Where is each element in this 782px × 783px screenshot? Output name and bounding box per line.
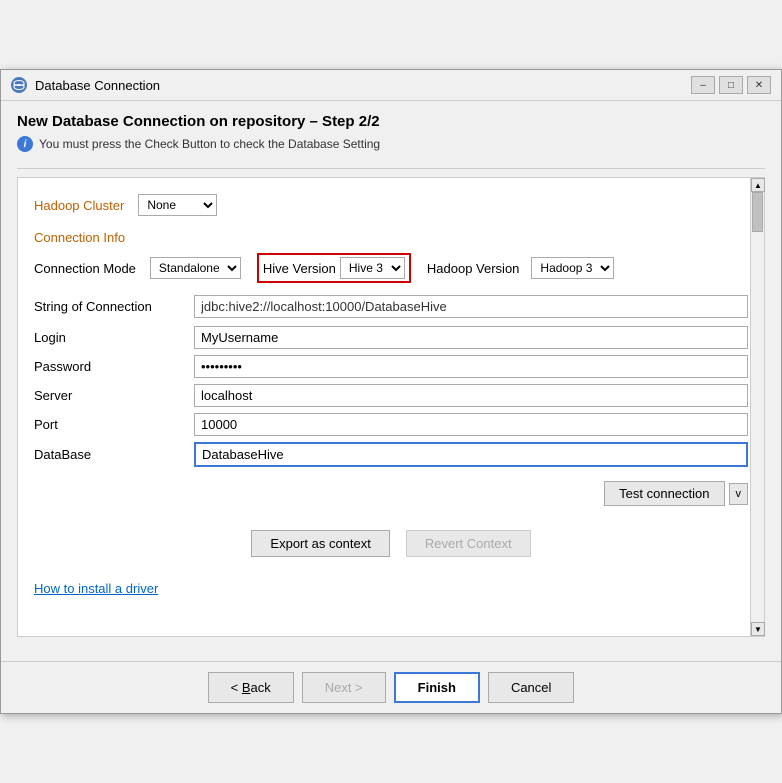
page-title: New Database Connection on repository – … [17, 113, 765, 130]
login-input[interactable] [194, 326, 748, 349]
password-input-wrapper [194, 355, 748, 378]
revert-context-button[interactable]: Revert Context [406, 530, 531, 557]
app-icon [11, 77, 27, 93]
server-row: Server [34, 384, 748, 407]
server-input-wrapper [194, 384, 748, 407]
port-input-wrapper [194, 413, 748, 436]
scrollable-panel: Hadoop Cluster None Cluster 1 Cluster 2 … [17, 177, 765, 637]
port-row: Port [34, 413, 748, 436]
hive-version-select[interactable]: Hive 1 Hive 2 Hive 3 [340, 257, 405, 279]
maximize-button[interactable]: □ [719, 76, 743, 94]
back-label: < Back [231, 680, 271, 695]
string-connection-input[interactable] [194, 295, 748, 318]
main-window: Database Connection – □ ✕ New Database C… [0, 69, 782, 714]
scrollbar-track[interactable] [751, 192, 764, 622]
login-row: Login [34, 326, 748, 349]
scrollbar-up-arrow[interactable]: ▲ [751, 178, 765, 192]
hive-version-box: Hive Version Hive 1 Hive 2 Hive 3 [257, 253, 411, 283]
database-label: DataBase [34, 447, 194, 462]
connection-mode-select[interactable]: Standalone Cluster [150, 257, 241, 279]
titlebar-left: Database Connection [11, 77, 160, 93]
hadoop-cluster-select[interactable]: None Cluster 1 Cluster 2 [138, 194, 217, 216]
hadoop-cluster-label: Hadoop Cluster [34, 198, 124, 213]
test-connection-row: Test connection v [34, 481, 748, 506]
hadoop-version-label: Hadoop Version [427, 261, 520, 276]
finish-button[interactable]: Finish [394, 672, 480, 703]
port-label: Port [34, 417, 194, 432]
test-connection-button[interactable]: Test connection [604, 481, 724, 506]
info-icon: i [17, 136, 33, 152]
minimize-button[interactable]: – [691, 76, 715, 94]
v-dropdown-button[interactable]: v [729, 483, 749, 505]
footer: < Back Next > Finish Cancel [1, 661, 781, 713]
login-label: Login [34, 330, 194, 345]
titlebar: Database Connection – □ ✕ [1, 70, 781, 101]
hadoop-cluster-row: Hadoop Cluster None Cluster 1 Cluster 2 [34, 194, 748, 216]
server-label: Server [34, 388, 194, 403]
scrollbar-thumb[interactable] [752, 192, 763, 232]
info-message: You must press the Check Button to check… [39, 137, 380, 151]
string-connection-label: String of Connection [34, 299, 194, 314]
close-button[interactable]: ✕ [747, 76, 771, 94]
context-buttons-row: Export as context Revert Context [34, 530, 748, 557]
login-input-wrapper [194, 326, 748, 349]
password-input[interactable] [194, 355, 748, 378]
database-row: DataBase [34, 442, 748, 467]
scrollbar[interactable]: ▲ ▼ [750, 178, 764, 636]
password-label: Password [34, 359, 194, 374]
connection-mode-label: Connection Mode [34, 261, 136, 276]
scrollbar-down-arrow[interactable]: ▼ [751, 622, 765, 636]
password-row: Password [34, 355, 748, 378]
connection-mode-row: Connection Mode Standalone Cluster Hive … [34, 253, 748, 283]
info-bar: i You must press the Check Button to che… [17, 136, 765, 152]
driver-link-row: How to install a driver [34, 573, 748, 604]
install-driver-link[interactable]: How to install a driver [34, 581, 158, 596]
content-area: New Database Connection on repository – … [1, 101, 781, 661]
database-input-wrapper [194, 442, 748, 467]
next-label: Next > [325, 680, 363, 695]
back-button[interactable]: < Back [208, 672, 294, 703]
divider-top [17, 168, 765, 169]
hadoop-version-select[interactable]: Hadoop 2 Hadoop 3 [531, 257, 614, 279]
database-input[interactable] [194, 442, 748, 467]
cancel-button[interactable]: Cancel [488, 672, 574, 703]
hive-version-label: Hive Version [263, 261, 336, 276]
window-controls: – □ ✕ [691, 76, 771, 94]
server-input[interactable] [194, 384, 748, 407]
string-connection-row: String of Connection [34, 295, 748, 318]
export-context-button[interactable]: Export as context [251, 530, 389, 557]
window-title: Database Connection [35, 78, 160, 93]
connection-info-label: Connection Info [34, 230, 748, 245]
port-input[interactable] [194, 413, 748, 436]
next-button[interactable]: Next > [302, 672, 386, 703]
